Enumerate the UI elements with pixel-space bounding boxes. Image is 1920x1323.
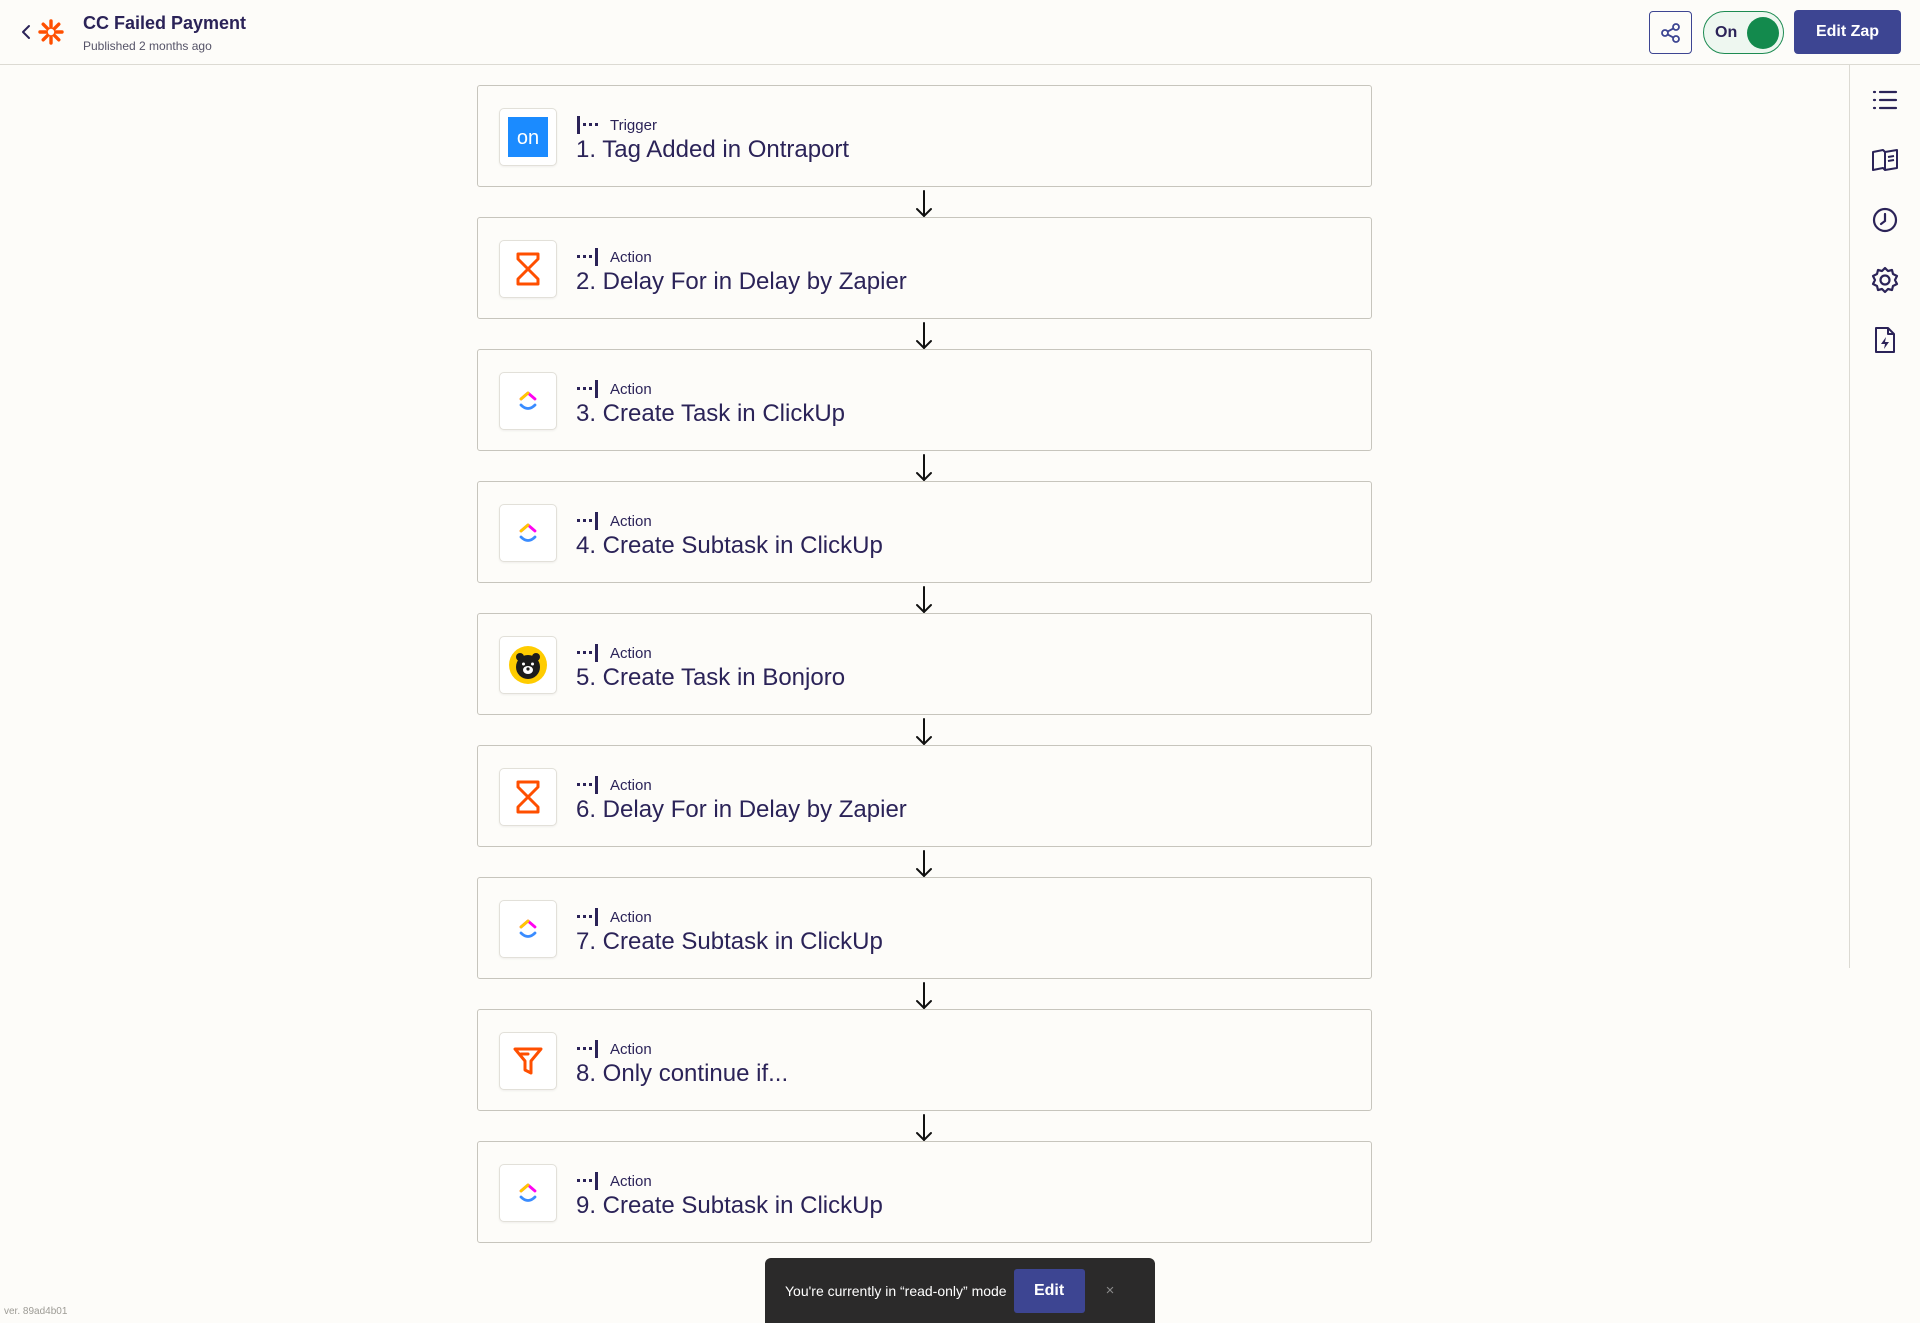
down-arrow-icon — [914, 1113, 934, 1143]
clickup-icon — [499, 1164, 557, 1222]
step-type-label: Trigger — [576, 114, 657, 136]
step-title: 7. Create Subtask in ClickUp — [576, 928, 883, 955]
svg-text:on: on — [517, 127, 539, 149]
version-label: ver. 89ad4b01 — [4, 1306, 68, 1317]
step-title: 3. Create Task in ClickUp — [576, 400, 845, 427]
action-icon — [577, 908, 598, 926]
step-type-label: Action — [576, 1038, 652, 1060]
action-icon — [577, 644, 598, 662]
step-title: 4. Create Subtask in ClickUp — [576, 532, 883, 559]
action-icon — [577, 1172, 598, 1190]
step-card-7[interactable]: Action 7. Create Subtask in ClickUp — [477, 877, 1372, 979]
step-title: 6. Delay For in Delay by Zapier — [576, 796, 907, 823]
down-arrow-icon — [914, 189, 934, 219]
history-clock-icon[interactable] — [1870, 205, 1900, 235]
settings-gear-icon[interactable] — [1870, 265, 1900, 295]
down-arrow-icon — [914, 981, 934, 1011]
step-title: 1. Tag Added in Ontraport — [576, 136, 850, 163]
step-card-5[interactable]: Action 5. Create Task in Bonjoro — [477, 613, 1372, 715]
down-arrow-icon — [914, 453, 934, 483]
clickup-icon — [499, 504, 557, 562]
filter-icon — [499, 1032, 557, 1090]
down-arrow-icon — [914, 585, 934, 615]
clickup-icon — [499, 900, 557, 958]
step-title: 9. Create Subtask in ClickUp — [576, 1192, 883, 1219]
down-arrow-icon — [914, 321, 934, 351]
zap-file-icon[interactable] — [1870, 325, 1900, 355]
trigger-icon — [577, 116, 598, 134]
guide-book-icon[interactable] — [1870, 145, 1900, 175]
action-icon — [577, 1040, 598, 1058]
delay-icon — [499, 768, 557, 826]
down-arrow-icon — [914, 849, 934, 879]
step-type-label: Action — [576, 246, 652, 268]
step-title: 8. Only continue if... — [576, 1060, 789, 1087]
read-only-message: You're currently in “read-only” mode — [785, 1282, 1007, 1299]
step-card-6[interactable]: Action 6. Delay For in Delay by Zapier — [477, 745, 1372, 847]
step-type-label: Action — [576, 1170, 652, 1192]
read-only-banner: You're currently in “read-only” mode Edi… — [765, 1258, 1155, 1323]
edit-button[interactable]: Edit — [1013, 1268, 1085, 1313]
clickup-icon — [499, 372, 557, 430]
zap-steps: on Trigger 1. Tag Added in Ontraport Act… — [0, 0, 1849, 1323]
step-title: 2. Delay For in Delay by Zapier — [576, 268, 907, 295]
right-sidebar — [1849, 65, 1920, 968]
step-type-label: Action — [576, 774, 652, 796]
outline-list-icon[interactable] — [1870, 85, 1900, 115]
step-card-8[interactable]: Action 8. Only continue if... — [477, 1009, 1372, 1111]
down-arrow-icon — [914, 717, 934, 747]
step-card-1[interactable]: on Trigger 1. Tag Added in Ontraport — [477, 85, 1372, 187]
step-type-label: Action — [576, 642, 652, 664]
delay-icon — [499, 240, 557, 298]
action-icon — [577, 380, 598, 398]
step-card-2[interactable]: Action 2. Delay For in Delay by Zapier — [477, 217, 1372, 319]
step-title: 5. Create Task in Bonjoro — [576, 664, 846, 691]
step-type-label: Action — [576, 906, 652, 928]
step-card-9[interactable]: Action 9. Create Subtask in ClickUp — [477, 1141, 1372, 1243]
step-card-4[interactable]: Action 4. Create Subtask in ClickUp — [477, 481, 1372, 583]
bonjoro-icon — [499, 636, 557, 694]
action-icon — [577, 512, 598, 530]
ontraport-icon: on — [499, 108, 557, 166]
step-type-label: Action — [576, 378, 652, 400]
close-icon[interactable]: × — [1106, 1283, 1115, 1298]
step-card-3[interactable]: Action 3. Create Task in ClickUp — [477, 349, 1372, 451]
action-icon — [577, 248, 598, 266]
step-type-label: Action — [576, 510, 652, 532]
action-icon — [577, 776, 598, 794]
